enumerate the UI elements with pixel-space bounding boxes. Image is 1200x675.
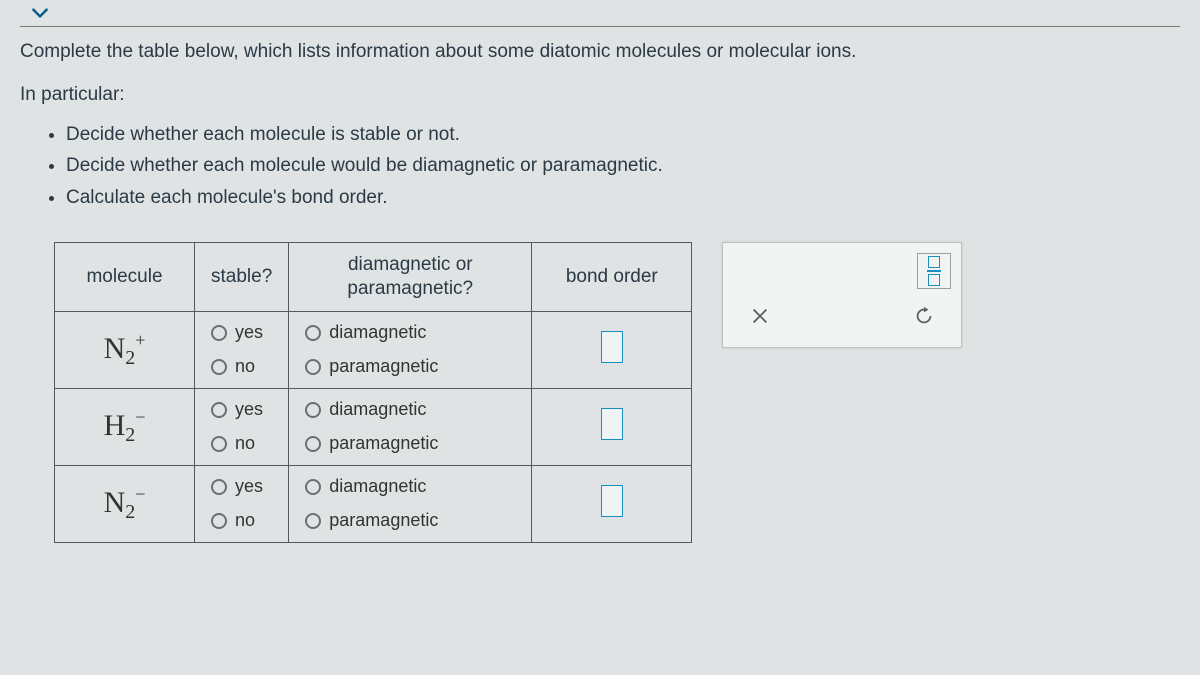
question-intro: Complete the table below, which lists in… [20, 37, 1180, 66]
radio-icon [305, 359, 321, 375]
reset-button[interactable] [909, 301, 939, 331]
fraction-icon [928, 256, 940, 268]
bullet-item: Calculate each molecule's bond order. [66, 183, 1180, 212]
bond-order-input[interactable] [601, 408, 623, 440]
stable-no-option[interactable]: no [211, 350, 272, 384]
header-bond: bond order [532, 243, 692, 312]
paramagnetic-option[interactable]: paramagnetic [305, 350, 515, 384]
molecule-table: molecule stable? diamagnetic or paramagn… [54, 242, 692, 543]
radio-icon [305, 436, 321, 452]
molecule-formula: N2+ [55, 311, 195, 388]
diamagnetic-option[interactable]: diamagnetic [305, 470, 515, 504]
tool-palette [722, 242, 962, 348]
table-row: N2− yes no diamagnetic paramagnetic [55, 465, 692, 542]
header-stable: stable? [195, 243, 289, 312]
radio-icon [211, 359, 227, 375]
bond-order-input[interactable] [601, 485, 623, 517]
stable-yes-option[interactable]: yes [211, 393, 272, 427]
table-row: N2+ yes no diamagnetic paramagnetic [55, 311, 692, 388]
radio-icon [211, 479, 227, 495]
bullet-item: Decide whether each molecule would be di… [66, 151, 1180, 180]
bond-order-input[interactable] [601, 331, 623, 363]
radio-icon [305, 402, 321, 418]
radio-icon [211, 513, 227, 529]
bullet-item: Decide whether each molecule is stable o… [66, 120, 1180, 149]
radio-icon [211, 436, 227, 452]
radio-icon [305, 325, 321, 341]
clear-button[interactable] [745, 301, 775, 331]
stable-no-option[interactable]: no [211, 504, 272, 538]
question-lead: In particular: [20, 80, 1180, 109]
radio-icon [211, 402, 227, 418]
paramagnetic-option[interactable]: paramagnetic [305, 427, 515, 461]
diamagnetic-option[interactable]: diamagnetic [305, 316, 515, 350]
fraction-button[interactable] [917, 253, 951, 289]
radio-icon [305, 479, 321, 495]
radio-icon [211, 325, 227, 341]
x-icon [749, 305, 771, 327]
molecule-formula: H2− [55, 388, 195, 465]
stable-no-option[interactable]: no [211, 427, 272, 461]
stable-yes-option[interactable]: yes [211, 316, 272, 350]
molecule-formula: N2− [55, 465, 195, 542]
stable-yes-option[interactable]: yes [211, 470, 272, 504]
reset-icon [913, 305, 935, 327]
collapse-toggle[interactable] [20, 0, 60, 26]
table-row: H2− yes no diamagnetic paramagnetic [55, 388, 692, 465]
paramagnetic-option[interactable]: paramagnetic [305, 504, 515, 538]
diamagnetic-option[interactable]: diamagnetic [305, 393, 515, 427]
header-magnetic: diamagnetic or paramagnetic? [289, 243, 532, 312]
header-molecule: molecule [55, 243, 195, 312]
radio-icon [305, 513, 321, 529]
divider [20, 26, 1180, 27]
